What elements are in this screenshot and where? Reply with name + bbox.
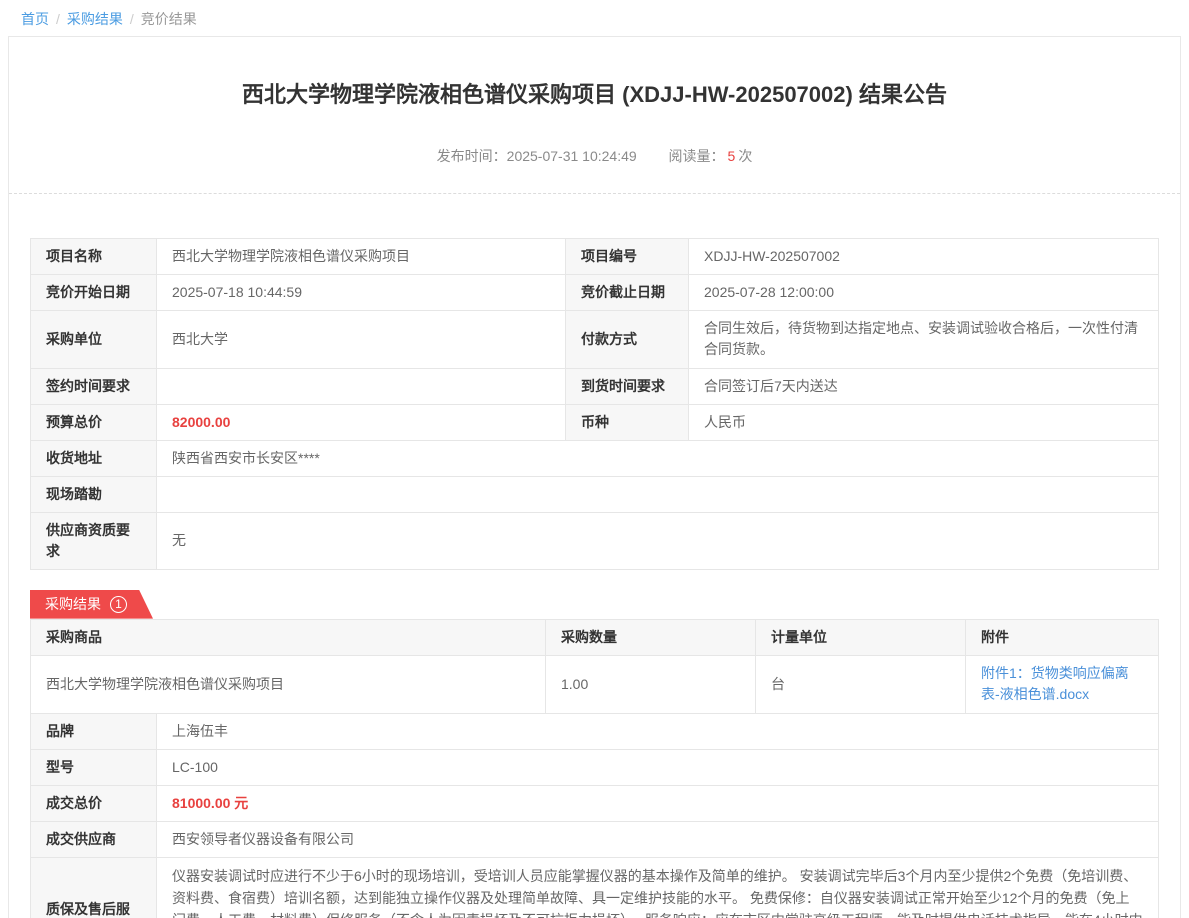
result-badge: 采购结果 1 (30, 590, 153, 619)
brand-label: 品牌 (31, 713, 157, 749)
announcement-header: 西北大学物理学院液相色谱仪采购项目 (XDJJ-HW-202507002) 结果… (9, 37, 1180, 194)
table-row: 现场踏勘 (31, 476, 1159, 512)
result-item-row: 西北大学物理学院液相色谱仪采购项目 1.00 台 附件1：货物类响应偏离表-液相… (31, 655, 1159, 713)
project-number-label: 项目编号 (566, 238, 689, 274)
result-section-header: 采购结果 1 (30, 590, 1159, 619)
table-row: 型号 LC-100 (31, 749, 1159, 785)
breadcrumb-separator: / (130, 11, 134, 27)
result-count-badge: 1 (110, 596, 127, 613)
brand-value: 上海伍丰 (157, 713, 1159, 749)
quantity-column-header: 采购数量 (546, 619, 756, 655)
delivery-time-value: 合同签订后7天内送达 (689, 368, 1159, 404)
table-row: 收货地址 陕西省西安市长安区**** (31, 440, 1159, 476)
announcement-card: 西北大学物理学院液相色谱仪采购项目 (XDJJ-HW-202507002) 结果… (8, 36, 1181, 918)
attachment-link[interactable]: 附件1：货物类响应偏离表-液相色谱.docx (981, 665, 1129, 702)
view-count-label: 阅读量： (669, 148, 725, 164)
budget-total-value: 82000.00 (157, 404, 566, 440)
model-value: LC-100 (157, 749, 1159, 785)
table-row: 成交供应商 西安领导者仪器设备有限公司 (31, 821, 1159, 857)
deal-total-price-value: 81000.00 元 (157, 785, 1159, 821)
announcement-body: 项目名称 西北大学物理学院液相色谱仪采购项目 项目编号 XDJJ-HW-2025… (9, 194, 1180, 918)
table-row: 供应商资质要求 无 (31, 512, 1159, 569)
table-row: 质保及售后服务 仪器安装调试时应进行不少于6小时的现场培训，受培训人员应能掌握仪… (31, 857, 1159, 918)
table-row: 预算总价 82000.00 币种 人民币 (31, 404, 1159, 440)
payment-method-label: 付款方式 (566, 310, 689, 368)
product-column-header: 采购商品 (31, 619, 546, 655)
attachment-column-header: 附件 (966, 619, 1159, 655)
result-badge-label: 采购结果 (45, 594, 101, 614)
supplier-qualification-value: 无 (157, 512, 1159, 569)
breadcrumb-separator: / (56, 11, 60, 27)
bid-end-label: 竞价截止日期 (566, 274, 689, 310)
procurement-result-table: 采购商品 采购数量 计量单位 附件 西北大学物理学院液相色谱仪采购项目 1.00… (30, 619, 1159, 918)
unit-cell: 台 (756, 655, 966, 713)
supplier-qualification-label: 供应商资质要求 (31, 512, 157, 569)
breadcrumb-link-procurement-results[interactable]: 采购结果 (67, 9, 123, 29)
currency-label: 币种 (566, 404, 689, 440)
delivery-address-label: 收货地址 (31, 440, 157, 476)
project-name-value: 西北大学物理学院液相色谱仪采购项目 (157, 238, 566, 274)
delivery-address-value: 陕西省西安市长安区**** (157, 440, 1159, 476)
signing-time-label: 签约时间要求 (31, 368, 157, 404)
product-name-cell: 西北大学物理学院液相色谱仪采购项目 (31, 655, 546, 713)
breadcrumb-link-home[interactable]: 首页 (21, 9, 49, 29)
publish-time: 发布时间：2025-07-31 10:24:49 (437, 148, 637, 164)
table-row: 签约时间要求 到货时间要求 合同签订后7天内送达 (31, 368, 1159, 404)
publish-time-label: 发布时间： (437, 148, 507, 164)
purchaser-value: 西北大学 (157, 310, 566, 368)
purchaser-label: 采购单位 (31, 310, 157, 368)
site-survey-value (157, 476, 1159, 512)
model-label: 型号 (31, 749, 157, 785)
table-row: 项目名称 西北大学物理学院液相色谱仪采购项目 项目编号 XDJJ-HW-2025… (31, 238, 1159, 274)
budget-total-label: 预算总价 (31, 404, 157, 440)
view-count: 阅读量：5次 (669, 148, 753, 164)
table-row: 品牌 上海伍丰 (31, 713, 1159, 749)
table-row: 竞价开始日期 2025-07-18 10:44:59 竞价截止日期 2025-0… (31, 274, 1159, 310)
winning-supplier-label: 成交供应商 (31, 821, 157, 857)
breadcrumb: 首页 / 采购结果 / 竞价结果 (0, 0, 1189, 36)
signing-time-value (157, 368, 566, 404)
project-number-value: XDJJ-HW-202507002 (689, 238, 1159, 274)
deal-total-price-label: 成交总价 (31, 785, 157, 821)
site-survey-label: 现场踏勘 (31, 476, 157, 512)
bid-start-label: 竞价开始日期 (31, 274, 157, 310)
winning-supplier-value: 西安领导者仪器设备有限公司 (157, 821, 1159, 857)
page-title: 西北大学物理学院液相色谱仪采购项目 (XDJJ-HW-202507002) 结果… (69, 81, 1120, 110)
project-info-table: 项目名称 西北大学物理学院液相色谱仪采购项目 项目编号 XDJJ-HW-2025… (30, 238, 1159, 570)
unit-column-header: 计量单位 (756, 619, 966, 655)
delivery-time-label: 到货时间要求 (566, 368, 689, 404)
table-row: 采购单位 西北大学 付款方式 合同生效后，待货物到达指定地点、安装调试验收合格后… (31, 310, 1159, 368)
breadcrumb-current-bidding-results: 竞价结果 (141, 9, 197, 29)
publish-meta: 发布时间：2025-07-31 10:24:49 阅读量：5次 (69, 146, 1120, 166)
attachment-cell: 附件1：货物类响应偏离表-液相色谱.docx (966, 655, 1159, 713)
quantity-cell: 1.00 (546, 655, 756, 713)
table-row: 成交总价 81000.00 元 (31, 785, 1159, 821)
warranty-service-value: 仪器安装调试时应进行不少于6小时的现场培训，受培训人员应能掌握仪器的基本操作及简… (157, 857, 1159, 918)
table-header-row: 采购商品 采购数量 计量单位 附件 (31, 619, 1159, 655)
bid-start-value: 2025-07-18 10:44:59 (157, 274, 566, 310)
bid-end-value: 2025-07-28 12:00:00 (689, 274, 1159, 310)
publish-time-value: 2025-07-31 10:24:49 (507, 148, 637, 164)
payment-method-value: 合同生效后，待货物到达指定地点、安装调试验收合格后，一次性付清合同货款。 (689, 310, 1159, 368)
currency-value: 人民币 (689, 404, 1159, 440)
view-count-value: 5 (728, 148, 736, 164)
view-count-unit: 次 (738, 148, 752, 164)
project-name-label: 项目名称 (31, 238, 157, 274)
warranty-service-label: 质保及售后服务 (31, 857, 157, 918)
